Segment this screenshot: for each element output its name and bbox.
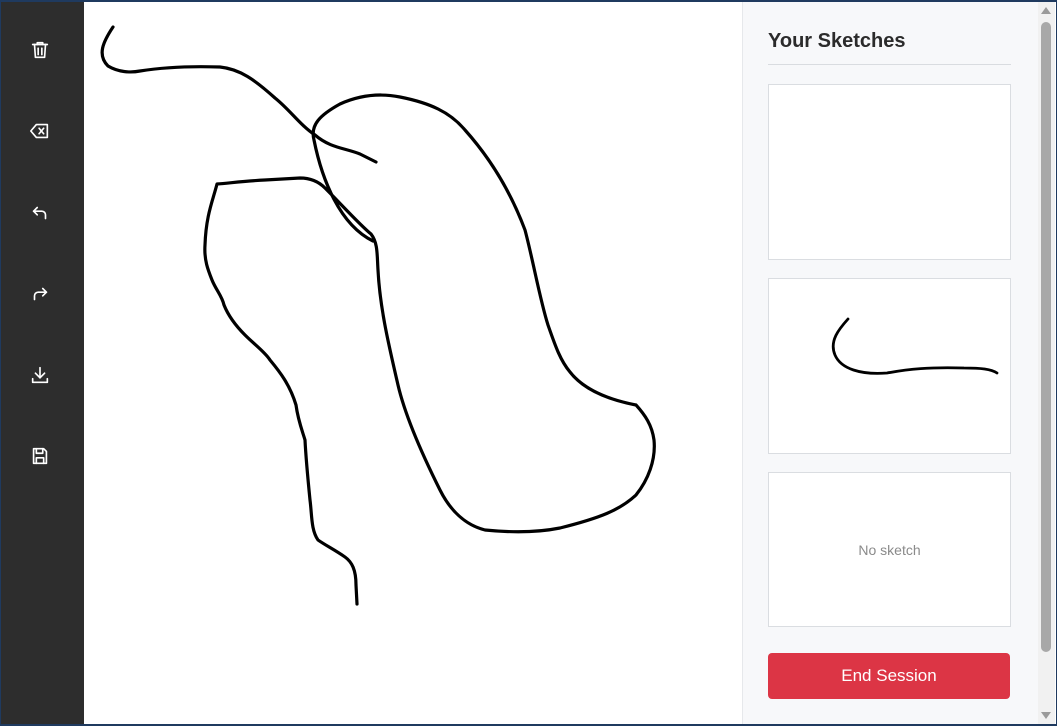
thumbnail-stroke-preview — [831, 317, 999, 375]
toolbar — [0, 0, 84, 726]
panel-title: Your Sketches — [768, 30, 906, 52]
end-session-button[interactable]: End Session — [768, 653, 1010, 699]
download-icon — [31, 366, 49, 384]
sketch-thumbnail-2[interactable] — [768, 278, 1011, 454]
download-button[interactable] — [22, 357, 58, 393]
no-sketch-label: No sketch — [858, 541, 921, 558]
delete-button[interactable] — [22, 32, 58, 68]
save-button[interactable] — [22, 438, 58, 474]
sketch-thumbnail-3[interactable]: No sketch — [768, 472, 1011, 627]
sketches-panel: Your Sketches No sketch End Session — [742, 2, 1038, 724]
drawing-canvas[interactable] — [84, 2, 742, 724]
undo-icon — [32, 206, 47, 220]
undo-button[interactable] — [22, 195, 58, 231]
scroll-up-icon[interactable] — [1041, 7, 1051, 14]
sketch-stroke — [203, 93, 656, 606]
redo-icon — [33, 287, 48, 301]
sketch-thumbnail-1[interactable] — [768, 84, 1011, 260]
clear-button[interactable] — [22, 113, 58, 149]
trash-icon — [31, 41, 49, 59]
canvas-strokes — [100, 25, 656, 606]
divider — [768, 64, 1011, 65]
save-icon — [32, 447, 48, 465]
sketch-stroke — [100, 25, 378, 164]
scroll-down-icon[interactable] — [1041, 712, 1051, 719]
redo-button[interactable] — [22, 276, 58, 312]
backspace-icon — [30, 123, 49, 139]
scroll-thumb[interactable] — [1041, 22, 1051, 652]
scrollbar[interactable] — [1038, 2, 1055, 724]
